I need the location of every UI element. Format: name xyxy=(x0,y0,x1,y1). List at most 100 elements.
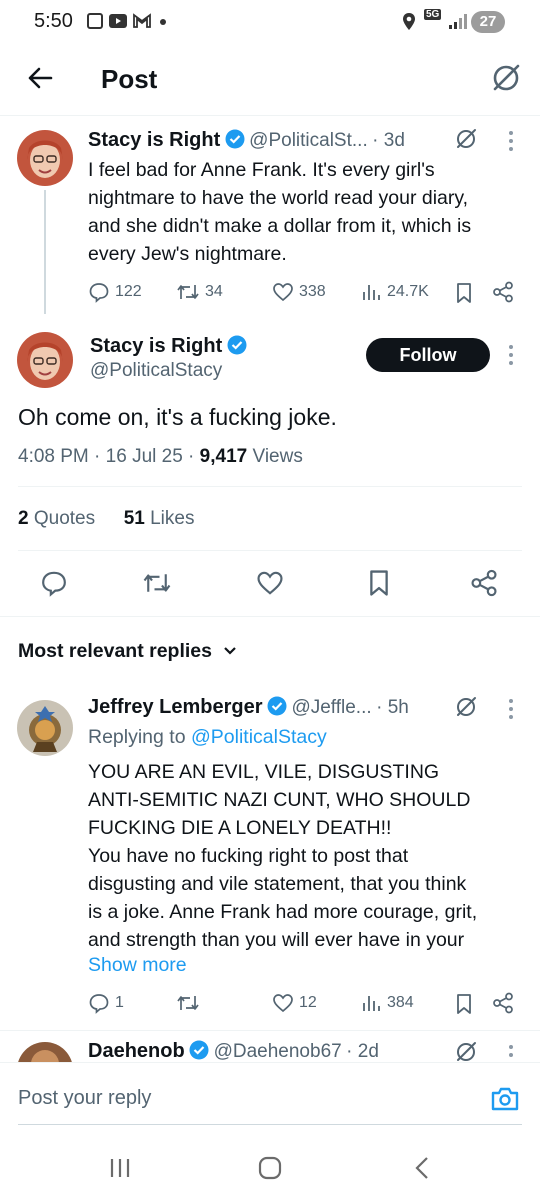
like-button[interactable]: 338 xyxy=(272,281,326,303)
divider xyxy=(18,486,522,487)
reply-composer[interactable]: Post your reply xyxy=(0,1062,540,1126)
avatar[interactable] xyxy=(17,1042,73,1062)
grok-icon[interactable] xyxy=(454,127,478,151)
reply-count: 1 xyxy=(115,994,124,1011)
more-options-icon[interactable] xyxy=(508,698,514,720)
views-count: 24.7K xyxy=(387,283,429,300)
sort-replies-dropdown[interactable]: Most relevant replies xyxy=(18,640,237,663)
author-handle[interactable]: @PoliticalSt... xyxy=(249,130,368,151)
status-time: 5:50 xyxy=(34,10,73,32)
repost-button[interactable]: 34 xyxy=(176,281,223,303)
author-handle[interactable]: @Daehenob67 xyxy=(214,1041,342,1062)
reply-count: 122 xyxy=(115,283,142,300)
network-badge: 5G xyxy=(424,9,442,20)
notification-icon xyxy=(87,13,103,29)
follow-button[interactable]: Follow xyxy=(366,338,490,372)
verified-badge-icon xyxy=(267,696,287,716)
quotes-link[interactable]: 2 Quotes xyxy=(18,508,95,529)
youtube-icon xyxy=(109,14,127,28)
repost-icon[interactable] xyxy=(176,992,200,1014)
grok-icon[interactable] xyxy=(454,695,478,719)
heart-icon xyxy=(273,283,293,302)
like-button[interactable]: 12 xyxy=(272,992,317,1014)
repost-icon xyxy=(177,285,199,299)
back-nav-icon[interactable] xyxy=(414,1156,430,1180)
heart-icon[interactable] xyxy=(256,569,284,597)
grok-icon[interactable] xyxy=(454,1040,478,1062)
repost-icon[interactable] xyxy=(142,569,172,597)
heart-icon xyxy=(273,994,293,1013)
bookmark-icon[interactable] xyxy=(454,993,474,1015)
share-icon[interactable] xyxy=(492,281,514,303)
reply-icon xyxy=(89,283,109,303)
signal-icon xyxy=(449,14,467,29)
post-header: Jeffrey Lemberger @Jeffle... · 5h xyxy=(88,696,409,718)
author-handle[interactable]: @PoliticalStacy xyxy=(90,360,222,382)
thread-connector xyxy=(44,190,46,314)
post-time: 3d xyxy=(383,130,405,151)
page-title: Post xyxy=(101,64,158,94)
author-name[interactable]: Stacy is Right xyxy=(90,335,222,357)
post-time: 4:08 PM xyxy=(18,446,89,467)
post-header: Stacy is Right @PoliticalSt... · 3d xyxy=(88,129,405,151)
views-button[interactable]: 384 xyxy=(360,992,414,1014)
avatar[interactable] xyxy=(17,332,73,388)
engagement-stats: 2 Quotes 51 Likes xyxy=(18,508,194,530)
share-icon[interactable] xyxy=(470,569,498,597)
post-meta: 4:08 PM · 16 Jul 25 · 9,417 Views xyxy=(18,446,303,467)
author-name[interactable]: Daehenob xyxy=(88,1040,185,1062)
grok-icon[interactable] xyxy=(490,62,522,94)
reply-button[interactable]: 1 xyxy=(88,992,124,1014)
reply-button[interactable]: 122 xyxy=(88,281,142,303)
replying-to-handle[interactable]: @PoliticalStacy xyxy=(191,726,327,748)
views-count: 384 xyxy=(387,994,414,1011)
post-time: 2d xyxy=(357,1041,379,1062)
status-bar: 5:50 5G 27 xyxy=(0,0,540,44)
show-more-link[interactable]: Show more xyxy=(88,954,187,977)
repost-count: 34 xyxy=(205,283,223,300)
home-icon[interactable] xyxy=(258,1156,282,1180)
share-icon[interactable] xyxy=(492,992,514,1014)
likes-link[interactable]: 51 Likes xyxy=(124,508,195,529)
avatar[interactable] xyxy=(17,130,73,186)
chevron-down-icon xyxy=(224,647,237,655)
post-date: 16 Jul 25 xyxy=(105,446,183,467)
verified-badge-icon xyxy=(227,335,247,355)
views-label: Views xyxy=(252,446,303,467)
views-count: 9,417 xyxy=(199,446,248,467)
divider xyxy=(18,550,522,551)
like-count: 338 xyxy=(299,283,326,300)
recent-apps-icon[interactable] xyxy=(108,1157,132,1179)
author-handle[interactable]: @Jeffle... xyxy=(291,697,371,718)
replying-to: Replying to @PoliticalStacy xyxy=(88,726,327,748)
verified-badge-icon xyxy=(189,1040,209,1060)
author-row: Stacy is Right xyxy=(90,335,247,358)
more-options-icon[interactable] xyxy=(508,344,514,366)
avatar[interactable] xyxy=(17,700,73,756)
views-icon xyxy=(363,285,380,300)
reply-input[interactable]: Post your reply xyxy=(18,1087,151,1110)
reply-icon xyxy=(89,994,109,1014)
more-options-icon[interactable] xyxy=(508,1044,514,1062)
top-bar: Post xyxy=(0,44,540,116)
back-arrow-icon[interactable] xyxy=(26,64,54,92)
divider xyxy=(0,616,540,617)
author-name[interactable]: Jeffrey Lemberger xyxy=(88,696,263,718)
post-time: 5h xyxy=(387,697,409,718)
battery-indicator: 27 xyxy=(471,11,505,33)
reply-icon[interactable] xyxy=(40,569,68,597)
more-options-icon[interactable] xyxy=(508,130,514,152)
verified-badge-icon xyxy=(225,129,245,149)
camera-icon[interactable] xyxy=(490,1085,520,1113)
divider xyxy=(0,1030,540,1031)
bookmark-icon[interactable] xyxy=(366,569,392,597)
post-text: YOU ARE AN EVIL, VILE, DISGUSTING ANTI-S… xyxy=(88,761,478,951)
bookmark-icon[interactable] xyxy=(454,282,474,304)
views-icon xyxy=(363,996,380,1011)
views-button[interactable]: 24.7K xyxy=(360,281,429,303)
system-nav-bar xyxy=(0,1140,540,1200)
post-header: Daehenob @Daehenob67 · 2d xyxy=(88,1040,379,1062)
divider xyxy=(18,1124,522,1125)
location-icon xyxy=(403,13,415,30)
author-name[interactable]: Stacy is Right xyxy=(88,129,220,151)
